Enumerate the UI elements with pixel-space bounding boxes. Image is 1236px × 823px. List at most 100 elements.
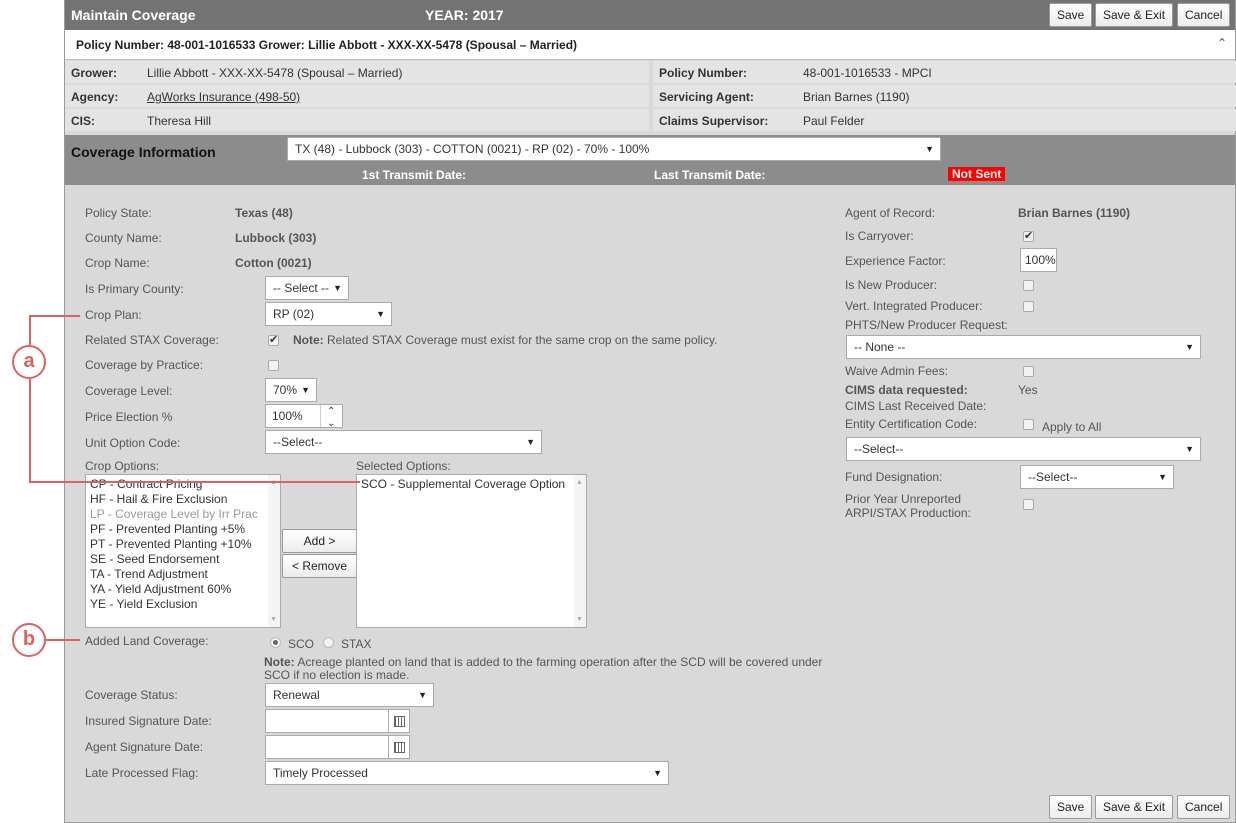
cancel-button-bottom[interactable]: Cancel — [1177, 795, 1231, 819]
selected-options-list[interactable]: SCO - Supplemental Coverage Option ▲ ▼ — [356, 474, 587, 628]
chevron-up-icon[interactable]: ⌃ — [1217, 36, 1227, 50]
list-item[interactable]: PF - Prevented Planting +5% — [90, 522, 276, 537]
vert-integrated-checkbox[interactable] — [1023, 301, 1034, 312]
carryover-checkbox[interactable] — [1023, 229, 1034, 242]
agency-row: Agency: AgWorks Insurance (498-50) — [65, 85, 649, 107]
list-item[interactable]: LP - Coverage Level by Irr Prac — [90, 507, 276, 522]
cims-requested-value: Yes — [1018, 383, 1038, 397]
callout-a-line-vert-bottom — [29, 379, 31, 483]
scroll-down-icon[interactable]: ▼ — [270, 616, 277, 623]
cancel-button[interactable]: Cancel — [1177, 3, 1231, 27]
agent-signature-input[interactable] — [265, 735, 389, 759]
scrollbar[interactable]: ▲ ▼ — [268, 475, 280, 627]
scroll-down-icon[interactable]: ▼ — [576, 616, 583, 623]
coverage-by-practice-checkbox[interactable] — [268, 360, 279, 371]
coverage-status-value: Renewal — [273, 688, 320, 702]
cims-last-received-label: CIMS Last Received Date: — [845, 399, 987, 413]
coverage-select[interactable]: TX (48) - Lubbock (303) - COTTON (0021) … — [287, 137, 941, 161]
remove-button[interactable]: < Remove — [282, 554, 357, 578]
callout-b-line — [46, 639, 80, 641]
cims-requested-label: CIMS data requested: — [845, 383, 968, 397]
caret-down-icon: ▼ — [1158, 472, 1167, 482]
window-title: Maintain Coverage — [71, 7, 196, 23]
land-note-line-1: Acreage planted on land that is added to… — [294, 655, 823, 669]
coverage-status-select[interactable]: Renewal ▼ — [265, 683, 434, 707]
list-item[interactable]: HF - Hail & Fire Exclusion — [90, 492, 276, 507]
stax-note: Note: Related STAX Coverage must exist f… — [293, 333, 717, 347]
crop-options-label: Crop Options: — [85, 459, 160, 473]
waive-admin-fees-checkbox[interactable] — [1023, 366, 1034, 377]
late-processed-select[interactable]: Timely Processed ▼ — [265, 761, 669, 785]
scrollbar[interactable]: ▲ ▼ — [574, 475, 586, 627]
cis-row: CIS: Theresa Hill — [65, 109, 649, 131]
price-election-input[interactable]: 100% ⌃ ⌄ — [265, 404, 343, 429]
stax-radio[interactable] — [323, 637, 334, 648]
price-election-value: 100% — [272, 409, 303, 423]
experience-factor-value: 100% — [1025, 253, 1056, 267]
prior-year-label-1: Prior Year Unreported — [845, 492, 962, 506]
add-button[interactable]: Add > — [282, 529, 357, 553]
year-label: YEAR: 2017 — [425, 7, 504, 23]
entity-certification-select[interactable]: --Select-- ▼ — [846, 437, 1201, 461]
stax-note-bold: Note: — [293, 333, 324, 347]
caret-down-icon: ▼ — [653, 768, 662, 778]
agency-link[interactable]: AgWorks Insurance (498-50) — [147, 90, 300, 104]
save-button[interactable]: Save — [1049, 3, 1093, 27]
list-item[interactable]: TA - Trend Adjustment — [90, 567, 276, 582]
callout-a: a — [12, 345, 46, 379]
cis-value: Theresa Hill — [147, 114, 212, 128]
servicing-agent-row: Servicing Agent: Brian Barnes (1190) — [653, 85, 1236, 107]
prior-year-label-2: ARPI/STAX Production: — [845, 506, 971, 520]
phts-select[interactable]: -- None -- ▼ — [846, 335, 1201, 359]
list-item[interactable]: SCO - Supplemental Coverage Option — [361, 477, 582, 492]
list-item[interactable]: SE - Seed Endorsement — [90, 552, 276, 567]
insured-signature-label: Insured Signature Date: — [85, 714, 212, 728]
prior-year-checkbox[interactable] — [1023, 499, 1034, 510]
policy-header-text: Policy Number: 48-001-1016533 Grower: Li… — [76, 38, 578, 52]
list-item[interactable]: YE - Yield Exclusion — [90, 597, 276, 612]
policy-state-value: Texas (48) — [235, 206, 293, 220]
related-stax-checkbox[interactable] — [268, 333, 279, 346]
new-producer-checkbox[interactable] — [1023, 280, 1034, 291]
save-exit-button-bottom[interactable]: Save & Exit — [1095, 795, 1174, 819]
unit-option-select[interactable]: --Select-- ▼ — [265, 430, 542, 454]
insured-signature-input[interactable] — [265, 709, 389, 733]
policy-number-value: 48-001-1016533 - MPCI — [803, 66, 932, 80]
crop-plan-select[interactable]: RP (02) ▼ — [265, 302, 392, 326]
caret-down-icon: ▼ — [333, 283, 342, 293]
scroll-up-icon[interactable]: ▲ — [576, 479, 583, 486]
save-exit-button[interactable]: Save & Exit — [1095, 3, 1174, 27]
experience-factor-input[interactable]: 100% — [1020, 248, 1057, 272]
caret-down-icon: ▼ — [925, 144, 934, 154]
land-note-line-2: SCO if no election is made. — [264, 668, 410, 682]
stepper[interactable]: ⌃ ⌄ — [320, 405, 342, 429]
coverage-information-label: Coverage Information — [71, 144, 216, 160]
claims-supervisor-row: Claims Supervisor: Paul Felder — [653, 109, 1236, 131]
coverage-level-select[interactable]: 70% ▼ — [265, 378, 317, 402]
experience-factor-label: Experience Factor: — [845, 254, 946, 268]
list-item[interactable]: PT - Prevented Planting +10% — [90, 537, 276, 552]
unit-option-value: --Select-- — [273, 435, 323, 449]
list-item[interactable]: CP - Contract Pricing — [90, 477, 276, 492]
list-item[interactable]: YA - Yield Adjustment 60% — [90, 582, 276, 597]
callout-a-line-vert-top — [29, 315, 31, 345]
new-producer-label: Is New Producer: — [845, 278, 938, 292]
apply-to-all-checkbox[interactable] — [1023, 419, 1034, 430]
entity-certification-label: Entity Certification Code: — [845, 417, 978, 431]
sco-radio[interactable] — [270, 637, 281, 648]
agent-of-record-label: Agent of Record: — [845, 206, 936, 220]
save-button-bottom[interactable]: Save — [1049, 795, 1093, 819]
selected-options-label: Selected Options: — [356, 459, 451, 473]
fund-designation-select[interactable]: --Select-- ▼ — [1020, 465, 1174, 489]
crop-options-list[interactable]: CP - Contract Pricing HF - Hail & Fire E… — [85, 474, 281, 628]
calendar-icon[interactable] — [388, 735, 410, 759]
coverage-status-label: Coverage Status: — [85, 688, 178, 702]
caret-down-icon: ▼ — [1185, 342, 1194, 352]
calendar-icon[interactable] — [388, 709, 410, 733]
policy-header[interactable]: Policy Number: 48-001-1016533 Grower: Li… — [65, 30, 1235, 60]
coverage-information-bar: Coverage Information TX (48) - Lubbock (… — [65, 135, 1235, 185]
primary-county-select[interactable]: -- Select -- ▼ — [265, 276, 349, 300]
phts-label: PHTS/New Producer Request: — [845, 318, 1008, 332]
unit-option-label: Unit Option Code: — [85, 436, 181, 450]
crop-name-label: Crop Name: — [85, 256, 150, 270]
